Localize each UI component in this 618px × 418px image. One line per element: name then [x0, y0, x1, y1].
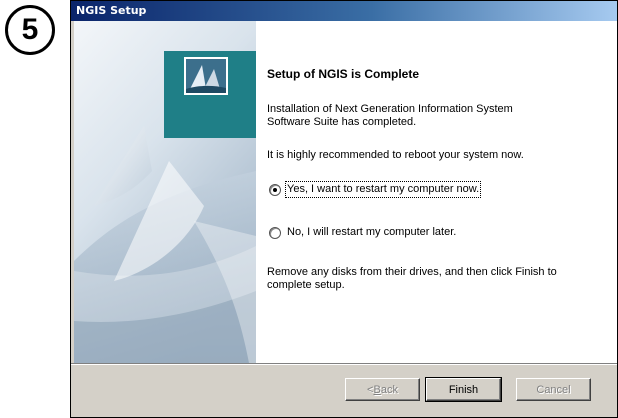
remove-disks-line-1: Remove any disks from their drives, and … [267, 266, 557, 278]
remove-disks-line-2: complete setup. [267, 279, 345, 291]
restart-now-label[interactable]: Yes, I want to restart my computer now. [284, 181, 482, 198]
wizard-content: Setup of NGIS is Complete Installation o… [256, 21, 617, 363]
restart-now-radio[interactable] [269, 183, 281, 196]
step-number-badge: 5 [5, 5, 55, 55]
back-button[interactable]: < Back [345, 378, 420, 401]
wizard-button-bar: < Back Finish Cancel [71, 365, 617, 417]
reboot-recommendation: It is highly recommended to reboot your … [267, 149, 524, 161]
setup-dialog-window: NGIS Setup Setup of NGIS is Complete Ins… [70, 0, 618, 418]
restart-later-radio[interactable] [269, 226, 281, 239]
install-status-line-2: Software Suite has completed. [267, 116, 417, 128]
window-title: NGIS Setup [76, 4, 147, 17]
restart-now-option[interactable]: Yes, I want to restart my computer now. [269, 181, 482, 198]
restart-later-label[interactable]: No, I will restart my computer later. [287, 226, 456, 239]
install-status-line-1: Installation of Next Generation Informat… [267, 103, 513, 115]
cancel-button[interactable]: Cancel [516, 378, 591, 401]
sail-logo-icon [184, 57, 228, 95]
title-bar[interactable]: NGIS Setup [71, 1, 617, 21]
wizard-side-banner [74, 21, 256, 363]
finish-button[interactable]: Finish [425, 377, 502, 402]
completion-heading: Setup of NGIS is Complete [267, 67, 420, 81]
restart-later-option[interactable]: No, I will restart my computer later. [269, 226, 456, 239]
